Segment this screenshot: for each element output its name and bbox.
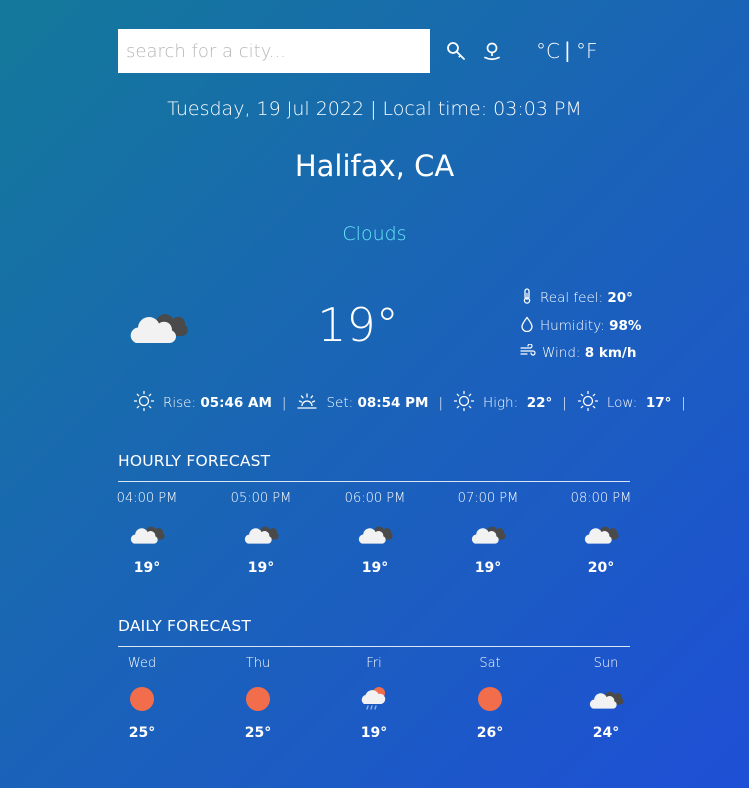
thermometer-icon — [520, 288, 534, 308]
local-datetime: Tuesday, 19 Jul 2022 | Local time: 03:03… — [167, 98, 582, 120]
humidity: Humidity: 98% — [520, 316, 641, 336]
humidity-label: Humidity: — [540, 318, 605, 334]
unit-separator: | — [564, 38, 571, 62]
low-value: 17° — [645, 395, 672, 411]
daily-day: Sun — [593, 656, 619, 671]
real-feel-label: Real feel: — [540, 290, 604, 306]
hourly-time: 06:00 PM — [344, 491, 406, 506]
clouds-icon — [551, 520, 651, 560]
divider — [118, 481, 630, 482]
hourly-item: 08:00 PM 20° — [551, 491, 651, 576]
separator: | — [681, 395, 686, 411]
daily-temp: 26° — [476, 725, 504, 741]
daily-day: Thu — [245, 656, 271, 671]
location-icon[interactable] — [481, 40, 503, 62]
set-value: 08:54 PM — [357, 395, 429, 411]
hourly-time: 05:00 PM — [230, 491, 292, 506]
search-icon[interactable] — [445, 40, 467, 62]
real-feel: Real feel: 20° — [520, 288, 633, 308]
daily-item: Sun 24° — [556, 656, 656, 741]
real-feel-value: 20° — [607, 290, 633, 306]
hourly-item: 04:00 PM 19° — [97, 491, 197, 576]
clouds-icon — [128, 303, 188, 351]
low: Low: 17° — [577, 390, 672, 416]
hourly-forecast-title: HOURLY FORECAST — [118, 452, 271, 470]
celsius-button[interactable]: °C — [536, 39, 560, 63]
hourly-temp: 19° — [247, 560, 275, 576]
humidity-value: 98% — [609, 318, 642, 334]
hourly-temp: 20° — [587, 560, 615, 576]
high-value: 22° — [526, 395, 553, 411]
fahrenheit-button[interactable]: °F — [576, 39, 598, 63]
daily-day: Fri — [366, 656, 382, 671]
sun-icon — [133, 390, 155, 416]
daily-temp: 19° — [360, 725, 388, 741]
sun-icon — [577, 390, 599, 416]
high-label: High: — [483, 395, 519, 411]
wind: Wind: 8 km/h — [520, 343, 637, 362]
hourly-time: 04:00 PM — [116, 491, 178, 506]
city-name: Halifax, CA — [294, 149, 455, 183]
hourly-temp: 19° — [133, 560, 161, 576]
sun-clear-icon — [208, 685, 308, 725]
sunset-icon — [296, 390, 318, 416]
daily-item: Fri 19° — [324, 656, 424, 741]
search-input[interactable] — [118, 29, 430, 73]
hourly-temp: 19° — [361, 560, 389, 576]
hourly-item: 07:00 PM 19° — [438, 491, 538, 576]
sun-details: Rise: 05:46 AM | Set: 08:54 PM | High: 2… — [133, 390, 696, 416]
clouds-icon — [211, 520, 311, 560]
sunset: Set: 08:54 PM — [296, 390, 428, 416]
daily-item: Thu 25° — [208, 656, 308, 741]
daily-temp: 25° — [128, 725, 156, 741]
weather-condition: Clouds — [342, 223, 407, 245]
clouds-icon — [438, 520, 538, 560]
sun-icon — [453, 390, 475, 416]
separator: | — [562, 395, 567, 411]
sun-clear-icon — [440, 685, 540, 725]
clouds-icon — [325, 520, 425, 560]
sunrise: Rise: 05:46 AM — [133, 390, 272, 416]
hourly-time: 07:00 PM — [457, 491, 519, 506]
hourly-time: 08:00 PM — [570, 491, 632, 506]
daily-forecast-title: DAILY FORECAST — [118, 617, 252, 635]
daily-temp: 25° — [244, 725, 272, 741]
separator: | — [281, 395, 287, 411]
wind-value: 8 km/h — [584, 345, 637, 361]
sun-clear-icon — [92, 685, 192, 725]
daily-day: Wed — [127, 656, 157, 671]
hourly-temp: 19° — [474, 560, 502, 576]
clouds-icon — [97, 520, 197, 560]
daily-day: Sat — [479, 656, 501, 671]
divider — [118, 646, 630, 647]
wind-label: Wind: — [542, 345, 581, 361]
clouds-icon — [556, 685, 656, 725]
rise-value: 05:46 AM — [200, 395, 272, 411]
hourly-item: 06:00 PM 19° — [325, 491, 425, 576]
set-label: Set: — [326, 395, 354, 411]
high: High: 22° — [453, 390, 552, 416]
rise-label: Rise: — [163, 395, 197, 411]
daily-item: Wed 25° — [92, 656, 192, 741]
rain-sun-icon — [324, 685, 424, 725]
daily-temp: 24° — [592, 725, 620, 741]
separator: | — [438, 395, 444, 411]
daily-item: Sat 26° — [440, 656, 540, 741]
wind-icon — [520, 343, 536, 362]
droplet-icon — [520, 316, 534, 336]
hourly-item: 05:00 PM 19° — [211, 491, 311, 576]
current-temperature: 19° — [317, 298, 399, 352]
low-label: Low: — [606, 395, 638, 411]
